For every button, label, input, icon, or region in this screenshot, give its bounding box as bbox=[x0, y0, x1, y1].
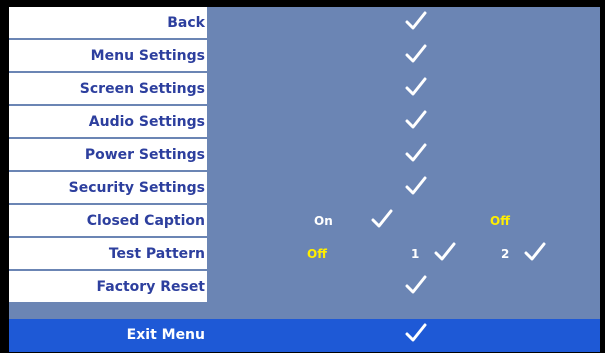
checkmark-icon[interactable] bbox=[405, 76, 427, 98]
test-pattern-1-option[interactable]: 1 bbox=[411, 238, 419, 271]
menu-item-label-cell: Closed Caption bbox=[9, 205, 207, 238]
menu-item-label: Security Settings bbox=[68, 180, 205, 196]
menu-item-label: Screen Settings bbox=[79, 81, 205, 97]
menu-item-label-cell: Back bbox=[9, 7, 207, 40]
checkmark-icon bbox=[434, 241, 456, 263]
menu-item-label: Audio Settings bbox=[88, 114, 205, 130]
checkmark-icon[interactable] bbox=[405, 10, 427, 32]
checkmark-icon bbox=[371, 208, 393, 230]
menu-item-label-cell: Screen Settings bbox=[9, 73, 207, 106]
menu-item-closed-caption[interactable]: Closed Caption On Off bbox=[9, 205, 600, 238]
checkmark-icon bbox=[524, 241, 546, 263]
menu-item-label: Exit Menu bbox=[126, 327, 205, 343]
menu-item-label-cell: Factory Reset bbox=[9, 271, 207, 304]
menu-item-label: Closed Caption bbox=[86, 213, 205, 229]
menu-item-label-cell: Menu Settings bbox=[9, 40, 207, 73]
menu-item-label-cell: Audio Settings bbox=[9, 106, 207, 139]
test-pattern-off-option[interactable]: Off bbox=[307, 238, 327, 271]
checkmark-icon[interactable] bbox=[405, 142, 427, 164]
checkmark-icon[interactable] bbox=[405, 43, 427, 65]
checkmark-icon[interactable] bbox=[405, 322, 427, 344]
menu-item-label: Test Pattern bbox=[108, 246, 205, 262]
menu-item-label: Factory Reset bbox=[96, 279, 206, 295]
osd-window: Back Menu Settings Screen Settings Audio… bbox=[0, 0, 605, 353]
menu-item-test-pattern[interactable]: Test Pattern Off 1 2 bbox=[9, 238, 600, 271]
menu-item-label-cell: Test Pattern bbox=[9, 238, 207, 271]
menu-item-menu-settings[interactable]: Menu Settings bbox=[9, 40, 600, 73]
menu-item-factory-reset[interactable]: Factory Reset bbox=[9, 271, 600, 304]
menu-item-label-cell: Exit Menu bbox=[9, 319, 207, 352]
closed-caption-on-option[interactable]: On bbox=[314, 205, 333, 238]
menu-item-label: Power Settings bbox=[84, 147, 205, 163]
menu-item-audio-settings[interactable]: Audio Settings bbox=[9, 106, 600, 139]
menu-item-label: Menu Settings bbox=[90, 48, 205, 64]
checkmark-icon[interactable] bbox=[405, 175, 427, 197]
closed-caption-off-option[interactable]: Off bbox=[490, 205, 510, 238]
menu-item-label: Back bbox=[167, 15, 205, 31]
menu-item-security-settings[interactable]: Security Settings bbox=[9, 172, 600, 205]
menu-item-label-cell: Power Settings bbox=[9, 139, 207, 172]
menu-item-label-cell: Security Settings bbox=[9, 172, 207, 205]
menu-item-power-settings[interactable]: Power Settings bbox=[9, 139, 600, 172]
menu-item-screen-settings[interactable]: Screen Settings bbox=[9, 73, 600, 106]
menu-item-back[interactable]: Back bbox=[9, 7, 600, 40]
checkmark-icon[interactable] bbox=[405, 274, 427, 296]
menu-item-exit-menu[interactable]: Exit Menu bbox=[9, 319, 600, 352]
test-pattern-2-option[interactable]: 2 bbox=[501, 238, 509, 271]
checkmark-icon[interactable] bbox=[405, 109, 427, 131]
osd-menu-panel: Back Menu Settings Screen Settings Audio… bbox=[9, 7, 600, 352]
